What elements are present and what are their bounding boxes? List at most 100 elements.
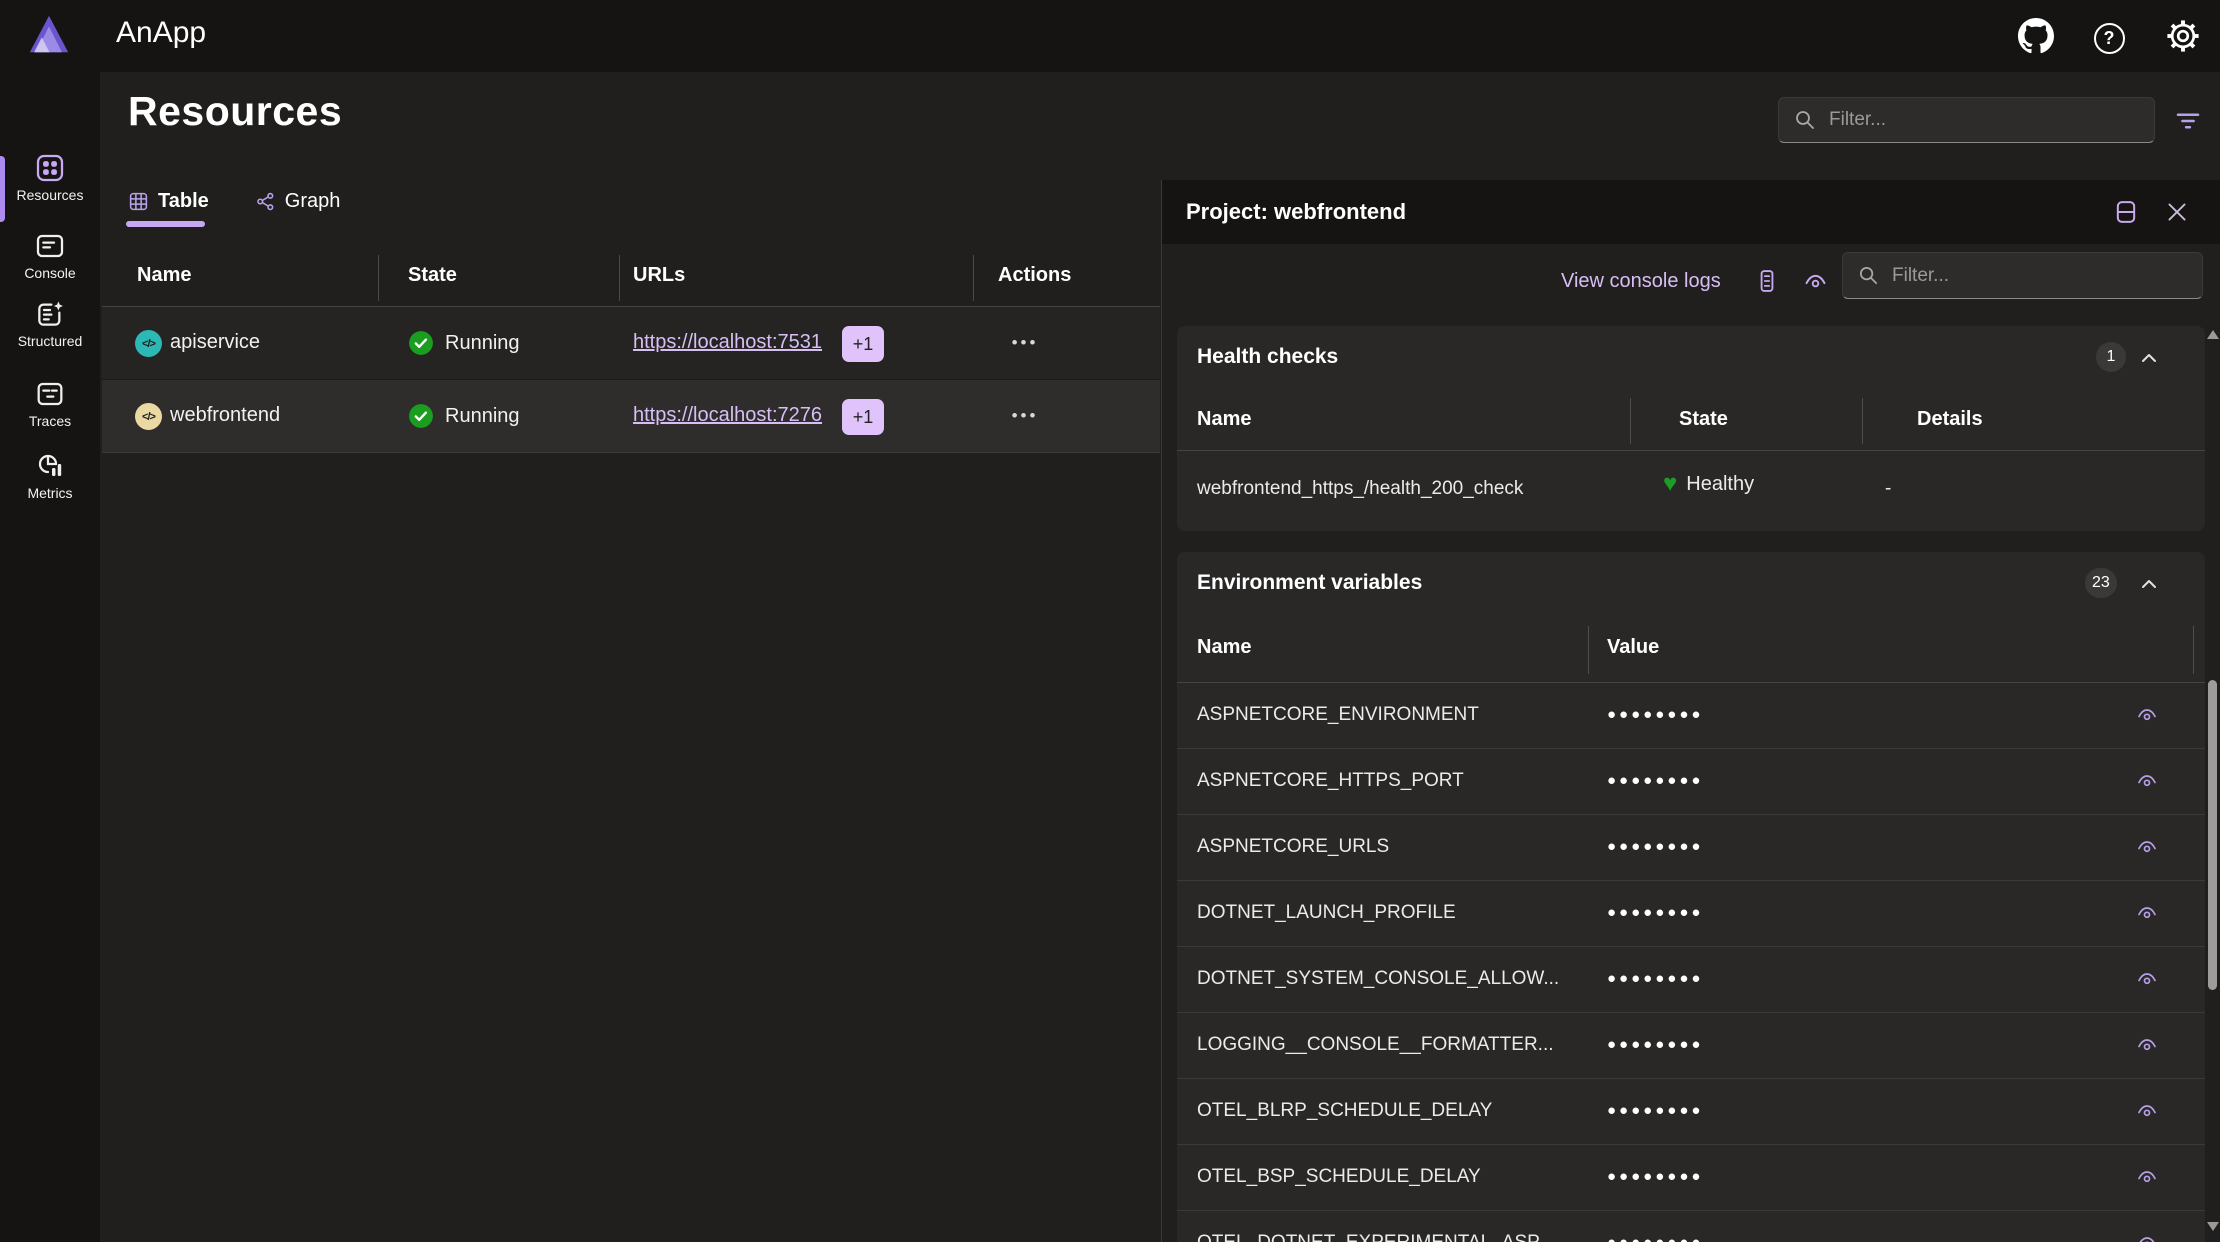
details-panel-header: Project: webfrontend [1162, 180, 2220, 244]
app-title: AnApp [116, 16, 206, 50]
column-header-details: Details [1917, 408, 1983, 431]
env-name: OTEL_DOTNET_EXPERIMENTAL_ASP... [1197, 1232, 1553, 1242]
env-variable-rows: ASPNETCORE_ENVIRONMENT ●●●●●●●● ASPNETCO… [1177, 683, 2205, 1242]
env-masked-value: ●●●●●●●● [1607, 1234, 1703, 1242]
env-row: ASPNETCORE_ENVIRONMENT ●●●●●●●● [1177, 683, 2205, 749]
active-indicator [0, 156, 5, 222]
panel-toolbar: View console logs [1162, 244, 2220, 326]
close-icon[interactable] [2161, 196, 2193, 228]
resource-url-link[interactable]: https://localhost:7276 [633, 404, 822, 427]
env-row: DOTNET_SYSTEM_CONSOLE_ALLOW... ●●●●●●●● [1177, 947, 2205, 1013]
tab-table[interactable]: Table [118, 190, 219, 227]
env-row: OTEL_BSP_SCHEDULE_DELAY ●●●●●●●● [1177, 1145, 2205, 1211]
table-grid-icon [128, 191, 149, 212]
env-name: DOTNET_LAUNCH_PROFILE [1197, 902, 1456, 924]
health-checks-section: Health checks 1 Name State Details webfr… [1177, 326, 2205, 531]
row-actions-ellipsis-icon[interactable]: ••• [1002, 400, 1048, 432]
sidebar-label: Console [0, 265, 100, 281]
top-bar: AnApp ? [0, 0, 2220, 72]
column-divider [619, 255, 620, 301]
sidebar-item-structured[interactable]: Structured [0, 298, 100, 349]
column-divider [378, 255, 379, 301]
column-divider [973, 255, 974, 301]
sidebar-item-console[interactable]: Console [0, 230, 100, 281]
reveal-value-eye-icon[interactable] [2133, 833, 2161, 861]
tab-graph[interactable]: Graph [245, 190, 351, 227]
column-divider [1588, 626, 1589, 674]
column-header-actions: Actions [998, 264, 1071, 287]
sidebar-label: Resources [0, 187, 100, 203]
env-masked-value: ●●●●●●●● [1607, 970, 1703, 987]
resource-url-link[interactable]: https://localhost:7531 [633, 331, 822, 354]
metrics-icon [34, 450, 66, 482]
view-console-logs-link[interactable]: View console logs [1561, 270, 1721, 293]
env-name: LOGGING__CONSOLE__FORMATTER... [1197, 1034, 1554, 1056]
reveal-value-eye-icon[interactable] [2133, 899, 2161, 927]
env-row: ASPNETCORE_HTTPS_PORT ●●●●●●●● [1177, 749, 2205, 815]
table-row-apiservice[interactable]: </> apiservice Running https://localhost… [102, 307, 1160, 380]
github-icon[interactable] [2017, 17, 2055, 55]
state-label: Running [445, 332, 520, 355]
reveal-value-eye-icon[interactable] [2133, 1097, 2161, 1125]
more-urls-badge[interactable]: +1 [842, 326, 884, 362]
unmask-values-eye-icon[interactable] [1800, 266, 1830, 296]
scrollbar-down-arrow[interactable] [2207, 1222, 2219, 1231]
env-name: ASPNETCORE_HTTPS_PORT [1197, 770, 1464, 792]
column-header-state: State [1679, 408, 1728, 431]
logs-document-icon[interactable] [1752, 266, 1782, 296]
details-panel: Project: webfrontend View console logs [1161, 180, 2220, 1242]
row-actions-ellipsis-icon[interactable]: ••• [1002, 327, 1048, 359]
sidebar-item-resources[interactable]: Resources [0, 152, 100, 203]
sidebar-item-metrics[interactable]: Metrics [0, 450, 100, 501]
settings-gear-icon[interactable] [2164, 17, 2202, 55]
section-title: Environment variables [1197, 552, 1422, 614]
split-panel-icon[interactable] [2110, 196, 2142, 228]
table-row-webfrontend[interactable]: </> webfrontend Running https://localhos… [102, 380, 1160, 453]
reveal-value-eye-icon[interactable] [2133, 1031, 2161, 1059]
running-check-icon [408, 330, 434, 356]
resources-table: Name State URLs Actions </> apiservice R… [102, 250, 1160, 453]
reveal-value-eye-icon[interactable] [2133, 701, 2161, 729]
scrollbar-up-arrow[interactable] [2207, 330, 2219, 339]
help-icon[interactable]: ? [2090, 19, 2128, 57]
column-header-name: Name [1197, 636, 1251, 659]
view-tabs: Table Graph [118, 190, 350, 227]
environment-variables-section: Environment variables 23 Name Value ASPN… [1177, 552, 2205, 1242]
collapse-chevron-icon[interactable] [2137, 346, 2161, 370]
graph-share-icon [255, 191, 276, 212]
sidebar-item-traces[interactable]: Traces [0, 378, 100, 429]
reveal-value-eye-icon[interactable] [2133, 767, 2161, 795]
health-count-badge: 1 [2096, 342, 2126, 372]
health-check-details: - [1885, 478, 1891, 500]
panel-filter-input[interactable] [1892, 265, 2188, 287]
more-urls-badge[interactable]: +1 [842, 399, 884, 435]
resource-name: apiservice [170, 331, 260, 354]
sidebar-label: Metrics [0, 485, 100, 501]
scrollbar-thumb[interactable] [2208, 680, 2217, 990]
reveal-value-eye-icon[interactable] [2133, 1163, 2161, 1191]
column-divider [1862, 398, 1863, 444]
resources-filter-input[interactable] [1829, 109, 2140, 131]
panel-scrollbar [2205, 326, 2220, 1242]
health-check-name: webfrontend_https_/health_200_check [1197, 478, 1523, 500]
collapse-chevron-icon[interactable] [2137, 572, 2161, 596]
env-masked-value: ●●●●●●●● [1607, 838, 1703, 855]
reveal-value-eye-icon[interactable] [2133, 1229, 2161, 1242]
column-divider [2193, 626, 2194, 674]
column-header-state: State [408, 264, 457, 287]
panel-scroll-area: Health checks 1 Name State Details webfr… [1162, 326, 2220, 1242]
env-masked-value: ●●●●●●●● [1607, 1168, 1703, 1185]
env-row: OTEL_BLRP_SCHEDULE_DELAY ●●●●●●●● [1177, 1079, 2205, 1145]
reveal-value-eye-icon[interactable] [2133, 965, 2161, 993]
healthy-heart-icon: ♥ [1663, 472, 1677, 496]
resource-state: Running [408, 330, 520, 356]
column-header-name: Name [1197, 408, 1251, 431]
filter-funnel-icon[interactable] [2168, 103, 2208, 139]
health-state-label: Healthy [1686, 473, 1754, 496]
env-masked-value: ●●●●●●●● [1607, 706, 1703, 723]
webfrontend-project-icon: </> [135, 403, 162, 430]
env-row: OTEL_DOTNET_EXPERIMENTAL_ASP... ●●●●●●●● [1177, 1211, 2205, 1242]
tab-label: Graph [285, 190, 341, 213]
env-row: LOGGING__CONSOLE__FORMATTER... ●●●●●●●● [1177, 1013, 2205, 1079]
search-icon [1793, 108, 1817, 132]
